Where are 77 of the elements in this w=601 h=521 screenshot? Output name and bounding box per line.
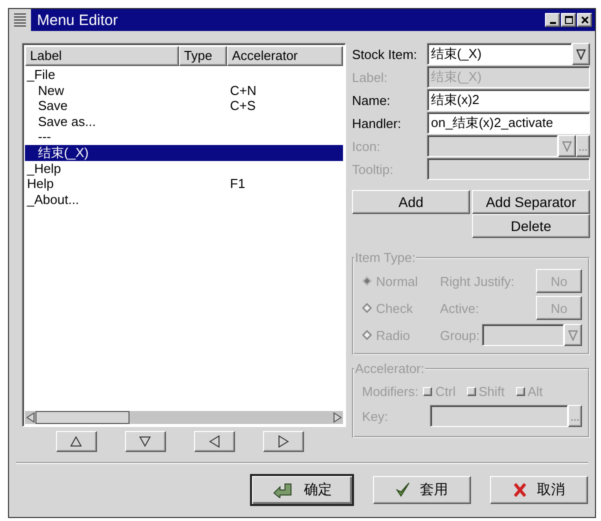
group-title: Item Type: [354,250,416,265]
label-cell-text: 结束(_X) [37,144,90,161]
minimize-icon [550,21,556,24]
accelerator-cell-text: C+N [229,82,258,98]
label-cell-text: Save [37,98,69,114]
label-cell-text: _About... [26,192,80,208]
enter-icon [272,482,294,498]
dropdown-button[interactable] [558,135,576,157]
group-title: Accelerator: [354,361,426,376]
label-cell-text: Save as... [37,114,97,130]
tree-row[interactable]: 结束(_X) [25,144,343,161]
dropdown-arrow-icon [562,140,572,152]
field-label: Key: [362,408,390,424]
field-label: Label: [352,70,388,84]
setting-label: Right Justify: [440,274,514,288]
label-cell-text: _Help [26,160,62,176]
dialog-button[interactable]: 套用 [373,476,471,504]
dialog-button[interactable]: 取消 [490,476,588,504]
minimize-button[interactable] [545,13,560,27]
checkmark-icon [396,482,410,498]
tree-row[interactable]: Save as... [25,114,343,130]
label-cell-text: --- [37,129,52,145]
action-button[interactable]: Add [352,190,470,214]
field-label: Tooltip: [352,162,394,176]
accelerator-cell-text: F1 [229,176,246,192]
triangle-icon [208,435,221,448]
close-button[interactable] [577,13,592,27]
triangle-icon [139,435,152,448]
accelerator-cell-text: C+S [229,98,257,114]
close-icon [578,14,590,26]
horizontal-scrollbar[interactable] [25,411,343,424]
radio-indicator-icon [362,303,372,313]
radio-indicator-icon [362,330,372,340]
column-header[interactable]: Label [25,46,179,66]
maximize-button[interactable] [561,13,576,27]
action-button[interactable]: Add Separator [472,190,590,214]
label-cell-text: _File [26,67,56,83]
field-label: Name: [352,92,392,108]
move-left-button[interactable] [194,431,235,452]
tree-row[interactable]: _Help [25,160,343,176]
browse-button[interactable] [576,135,590,157]
text-field[interactable]: 结束(x)2 [427,89,590,111]
label-cell-text: New [37,82,66,98]
move-down-button[interactable] [125,431,166,452]
dropdown-arrow-icon [568,329,578,341]
triangle-icon [277,435,290,448]
field-label: Modifiers: [362,384,418,398]
move-up-button[interactable] [56,431,97,452]
tree-row[interactable]: Save C+S [25,98,343,114]
label-cell-text: Help [26,176,55,192]
column-header[interactable]: Accelerator [227,46,343,66]
column-header[interactable]: Type [179,46,227,66]
radio-indicator-icon [362,276,372,286]
field-label: Handler: [352,116,402,130]
dropdown-arrow-icon [576,48,586,60]
triangle-icon [70,435,83,448]
cross-icon [513,482,527,498]
tree-row[interactable]: _File [25,67,343,83]
text-field[interactable]: on_结束(x)2_activate [427,112,590,134]
window-menu-icon[interactable] [9,9,31,31]
tree-row[interactable]: --- [25,129,343,145]
setting-label: Group: [440,328,481,342]
window-title: Menu Editor [36,12,119,28]
tree-row[interactable]: _About... [25,192,343,208]
move-right-button[interactable] [263,431,304,452]
dropdown-button[interactable] [572,43,590,65]
field-label: Icon: [352,138,382,154]
setting-label: Active: [440,300,480,316]
maximize-icon [562,14,574,26]
tree-row[interactable]: Help F1 [25,176,343,192]
ellipsis-icon [579,148,587,152]
action-button[interactable]: Delete [472,214,590,238]
dialog-button[interactable]: 确定 [250,474,354,506]
field-label: Stock Item: [352,46,418,62]
combo-box[interactable]: 结束(_X) [427,43,572,65]
ellipsis-icon [571,418,579,422]
tree-row[interactable]: New C+N [25,82,343,98]
